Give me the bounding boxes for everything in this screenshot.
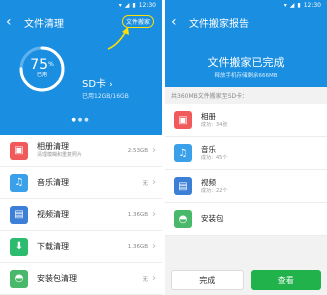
cleanup-item-label: 下载清理 [37,241,69,251]
cleanup-item-text: 安装包清理 [37,274,142,284]
chevron-right-icon: › [152,209,156,220]
battery-icon: ▮ [132,1,136,9]
status-bar: ▾ ◢ ▮ 12:30 [0,0,162,11]
cleanup-item-size: 无 [142,276,148,283]
cleanup-item[interactable]: ◓ 安装包清理 无 › [0,263,162,295]
video-icon: ▤ [10,205,28,224]
chevron-right-icon: › [152,177,156,188]
sd-card-link[interactable]: SD卡 › [82,75,113,90]
cleanup-item-label: 音乐清理 [37,177,69,187]
music-icon: ♫ [174,144,192,162]
moved-item-result: 成功：34张 [201,121,228,128]
moved-item-label: 相册 [201,111,216,121]
download-icon: ⬇ [10,237,28,256]
cleanup-item[interactable]: ⬇ 下载清理 1.36GB › [0,231,162,263]
moved-item[interactable]: ◓ 安装包 [165,203,327,236]
music-icon: ♫ [10,173,28,192]
report-subtitle: 释放手机存储剩余666MB [214,73,278,79]
cleanup-item-text: 相册清理 清理模糊和重复照片 [37,142,128,159]
cleanup-item-text: 视频清理 [37,210,128,220]
cleanup-item-size: 无 [142,180,148,187]
cleanup-item-sub: 清理模糊和重复照片 [37,152,83,158]
signal-icon: ◢ [124,1,130,9]
section-label: 共360MB文件搬家至SD卡： [165,87,327,104]
highlight-arrow [107,27,129,50]
moved-item-text: 相册 成功：34张 [201,112,227,129]
page-indicator: ●●● [0,117,162,123]
page-title: 文件搬家报告 [189,18,249,30]
chevron-right-icon: › [109,80,113,90]
moved-item-text: 视频 成功：22个 [201,178,227,195]
gauge-percent: 75 [30,57,49,73]
chevron-right-icon: › [152,273,156,284]
photo-icon: ▣ [10,141,28,160]
photo-icon: ▣ [174,111,192,129]
moved-item[interactable]: ♫ 音乐 成功：45个 [165,137,327,170]
storage-header: ‹ 文件清理 文件搬家 75% 已用 SD卡 › 已用12GB/16GB ●●● [0,11,162,135]
sd-card-name: SD卡 [82,79,107,90]
back-icon[interactable]: ‹ [171,15,185,29]
report-banner: ‹ 文件搬家报告 文件搬家已完成 释放手机存储剩余666MB [165,11,327,87]
page-title: 文件清理 [24,18,64,30]
status-time: 12:30 [138,2,156,9]
cleanup-item[interactable]: ▤ 视频清理 1.36GB › [0,199,162,231]
done-button[interactable]: 完成 [171,270,244,290]
cleanup-item-text: 音乐清理 [37,178,142,188]
page-dot[interactable]: ● [84,117,90,123]
action-bar: 完成 查看 [165,265,327,295]
moved-item[interactable]: ▣ 相册 成功：34张 [165,104,327,137]
moved-item-result: 成功：45个 [201,154,228,161]
moved-item-label: 安装包 [201,214,224,223]
cleanup-item-size: 2.53GB [127,147,148,154]
back-icon[interactable]: ‹ [6,15,20,29]
status-time: 12:30 [303,2,321,9]
chevron-right-icon: › [152,241,156,252]
moved-item-label: 音乐 [201,144,216,154]
battery-icon: ▮ [297,1,301,9]
video-icon: ▤ [174,177,192,195]
moved-files-list: ▣ 相册 成功：34张 ♫ 音乐 成功：45个 ▤ 视频 成功：22个 ◓ 安装包 [165,104,327,236]
view-button[interactable]: 查看 [250,270,321,290]
cleanup-item-size: 1.36GB [127,211,148,218]
status-bar: ▾ ◢ ▮ 12:30 [165,0,327,11]
cleanup-item-label: 相册清理 [37,142,69,151]
sd-card-usage: 已用12GB/16GB [82,93,129,100]
move-report-screen: ▾ ◢ ▮ 12:30 ‹ 文件搬家报告 文件搬家已完成 释放手机存储剩余666… [165,0,327,295]
moved-item[interactable]: ▤ 视频 成功：22个 [165,170,327,203]
file-cleanup-screen: ▾ ◢ ▮ 12:30 ‹ 文件清理 文件搬家 75% 已用 SD卡 › 已用12… [0,0,162,295]
moved-item-text: 安装包 [201,214,224,224]
moved-item-result: 成功：22个 [201,187,228,194]
cleanup-item-label: 安装包清理 [37,273,77,283]
cleanup-item[interactable]: ▣ 相册清理 清理模糊和重复照片 2.53GB › [0,135,162,167]
wifi-icon: ▾ [118,1,122,9]
app-bar: ‹ 文件搬家报告 [165,11,327,33]
signal-icon: ◢ [289,1,295,9]
android-icon: ◓ [10,269,28,288]
chevron-right-icon: › [152,145,156,156]
cleanup-item-label: 视频清理 [37,209,69,219]
gauge-label: 已用 [36,72,47,78]
moved-item-text: 音乐 成功：45个 [201,145,227,162]
cleanup-item[interactable]: ♫ 音乐清理 无 › [0,167,162,199]
cleanup-item-text: 下载清理 [37,242,128,252]
cleanup-item-size: 1.36GB [127,243,148,250]
android-icon: ◓ [174,210,192,228]
moved-item-label: 视频 [201,177,216,187]
gauge-percent-sign: % [48,61,54,68]
report-headline: 文件搬家已完成 [207,56,285,69]
cleanup-list: ▣ 相册清理 清理模糊和重复照片 2.53GB › ♫ 音乐清理无 › ▤ 视频清理 1.36GB ›… [0,135,162,295]
gauge-readout: 75% 已用 [18,58,66,78]
wifi-icon: ▾ [283,1,287,9]
